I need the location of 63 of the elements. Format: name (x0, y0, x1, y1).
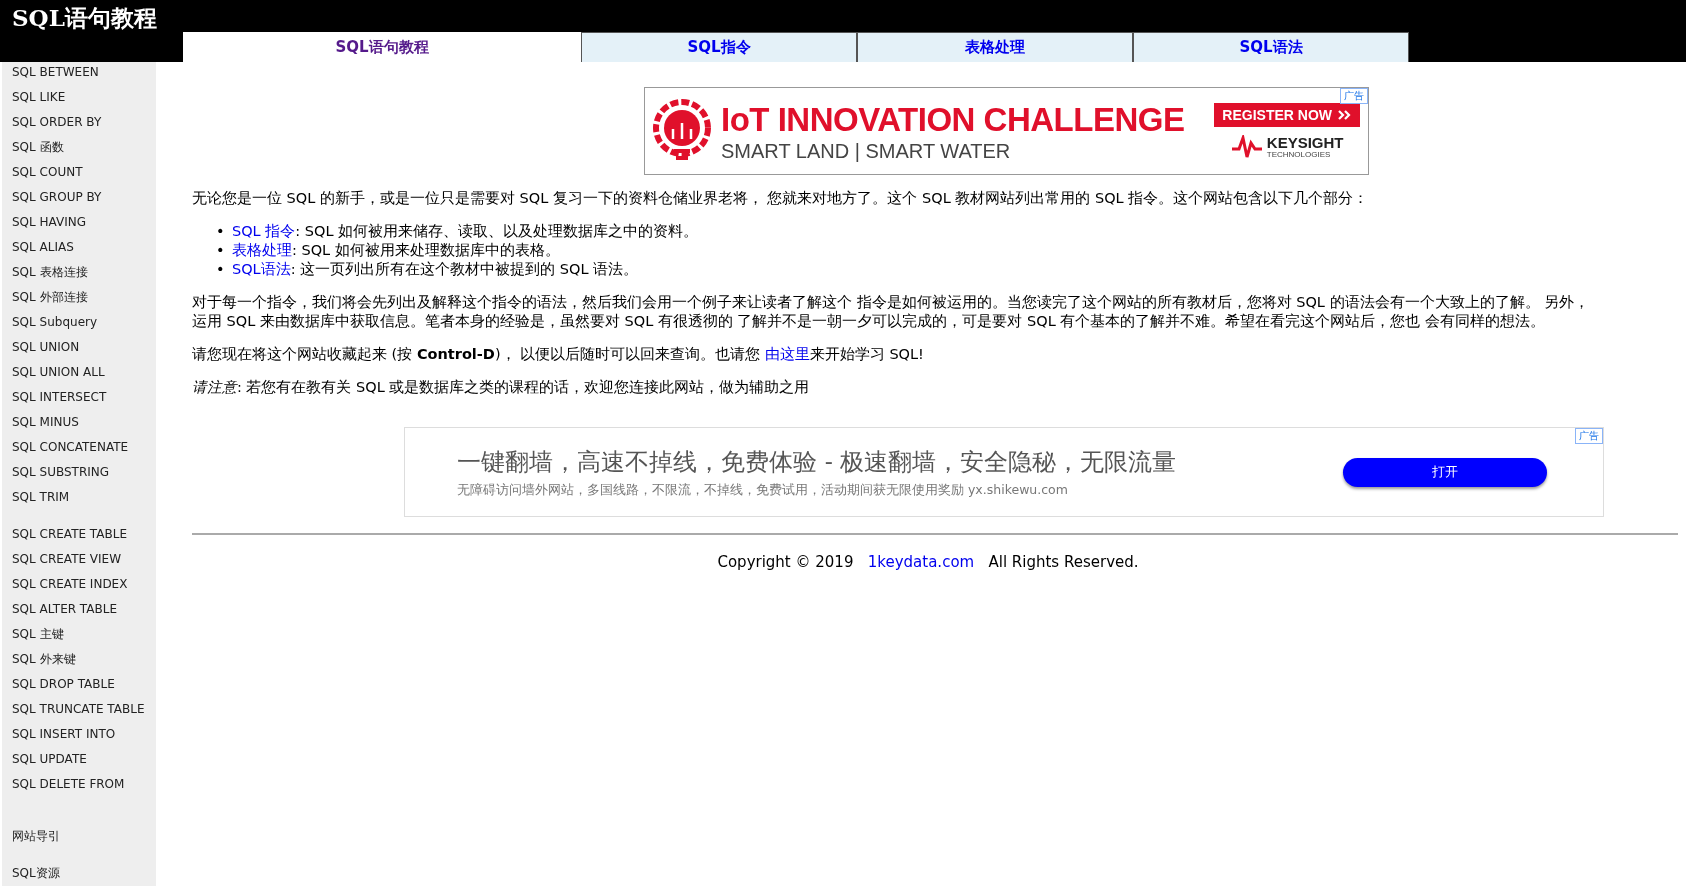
sidebar-link[interactable]: SQL 表格连接 (12, 260, 156, 285)
sidebar-link[interactable]: SQL资源 (12, 861, 156, 886)
site-title: SQL语句教程 (11, 3, 157, 32)
sidebar-link[interactable]: SQL UNION ALL (12, 360, 156, 385)
sidebar-link[interactable]: SQL 外部连接 (12, 285, 156, 310)
sidebar-link[interactable]: SQL 外来键 (12, 647, 156, 672)
bullet: • (216, 222, 224, 241)
sidebar-link[interactable]: SQL DELETE FROM (12, 772, 156, 797)
brand-name: KEYSIGHT (1266, 135, 1344, 150)
sidebar-link[interactable]: SQL MINUS (12, 410, 156, 435)
sidebar-link[interactable]: SQL GROUP BY (12, 185, 156, 210)
start-link[interactable]: 由这里 (764, 346, 810, 362)
ad-headline: IoT INNOVATION CHALLENGE (721, 99, 1186, 140)
sidebar-link[interactable]: SQL TRUNCATE TABLE (12, 697, 156, 722)
sidebar-link[interactable]: SQL 主键 (12, 622, 156, 647)
copyright-text: Copyright © 2019 1keydata.com All Rights Reserved. (717, 553, 1139, 571)
sidebar-link[interactable]: SQL Subquery (12, 310, 156, 335)
sidebar-link[interactable]: SQL UNION (12, 335, 156, 360)
sidebar-link[interactable]: SQL CONCATENATE (12, 435, 156, 460)
nav-tab[interactable]: 表格处理 (857, 32, 1133, 62)
ad-headline: 一键翻墙，高速不掉线，免费体验 - 极速翻墙，安全隐秘，无限流量 (457, 446, 1178, 478)
explanation-line: 运用 SQL 来由数据库中获取信息。笔者本身的经验是，虽然要对 SQL 有很透彻的 了解并不是一朝一夕可以完成的，可是要对 SQL 有个基本的了解并不难。希望在看完这个网站后，您也 会有同样的想法。 (192, 312, 1545, 331)
sidebar-link[interactable]: SQL BETWEEN (12, 62, 156, 85)
sidebar-link[interactable]: SQL 函数 (12, 135, 156, 160)
sidebar-link[interactable]: SQL CREATE TABLE (12, 522, 156, 547)
topic-item: 表格处理: SQL 如何被用来处理数据库中的表格。 (232, 241, 560, 260)
bookmark-paragraph: 请您现在将这个网站收藏起来 (按 Control-D)， 以便以后随时可以回来查询。也请您 由这里来开始学习 SQL! (192, 345, 925, 364)
note-paragraph: 请注意: 若您有在教有关 SQL 或是数据库之类的课程的话，欢迎您连接此网站，做为辅助之用 (192, 378, 811, 397)
nav-tab[interactable]: SQL语法 (1133, 32, 1409, 62)
sidebar-link[interactable]: SQL CREATE INDEX (12, 572, 156, 597)
brand-tagline: TECHNOLOGIES (1266, 150, 1332, 159)
ad-badge: 广告 (1575, 428, 1603, 444)
intro-paragraph: 无论您是一位 SQL 的新手，或是一位只是需要对 SQL 复习一下的资料仓储业界老将， 您就来对地方了。这个 SQL 教材网站列出常用的 SQL 指令。这个网站包含以下几个部分： (192, 189, 1370, 208)
nav-tab[interactable]: SQL语句教程 (183, 32, 581, 62)
topic-link[interactable]: SQL 指令 (232, 223, 296, 239)
ad-subline: 无障碍访问墙外网站，多国线路，不限流，不掉线，免费试用，活动期间获无限使用奖励 yx.shikewu.com (457, 481, 1069, 499)
sidebar-link[interactable]: SQL CREATE VIEW (12, 547, 156, 572)
sidebar-link[interactable]: SQL LIKE (12, 85, 156, 110)
sidebar-link[interactable]: 网站导引 (12, 824, 156, 849)
sidebar-link[interactable]: SQL COUNT (12, 160, 156, 185)
sidebar-link[interactable]: SQL DROP TABLE (12, 672, 156, 697)
topic-item: SQL 指令: SQL 如何被用来储存、读取、以及处理数据库之中的资料。 (232, 222, 699, 241)
ad-subline: SMART LAND | SMART WATER (721, 139, 1012, 163)
sidebar-link[interactable]: SQL ORDER BY (12, 110, 156, 135)
sidebar-link[interactable]: SQL INTERSECT (12, 385, 156, 410)
topic-link[interactable]: 表格处理 (232, 242, 292, 258)
explanation-line: 对于每一个指令，我们将会先列出及解释这个指令的语法，然后我们会用一个例子来让读者了解这个 指令是如何被运用的。当您读完了这个网站的所有教材后，您将对 SQL 的语法会有一个大致上的了解。 另外， (192, 293, 1590, 312)
sidebar-link[interactable]: SQL INSERT INTO (12, 722, 156, 747)
topic-item: SQL语法: 这一页列出所有在这个教材中被提到的 SQL 语法。 (232, 260, 639, 279)
register-button[interactable]: REGISTER NOW (1214, 103, 1360, 127)
sidebar-link[interactable]: SQL HAVING (12, 210, 156, 235)
bullet: • (216, 260, 224, 279)
open-button[interactable]: 打开 (1343, 457, 1547, 487)
ad-badge: 广告 (1340, 88, 1368, 104)
sidebar-link[interactable]: SQL UPDATE (12, 747, 156, 772)
sidebar-link[interactable]: SQL TRIM (12, 485, 156, 510)
sidebar-link[interactable]: SQL ALTER TABLE (12, 597, 156, 622)
topic-link[interactable]: SQL语法 (232, 261, 291, 277)
bullet: • (216, 241, 224, 260)
nav-tab[interactable]: SQL指令 (581, 32, 857, 62)
sidebar-link[interactable]: SQL SUBSTRING (12, 460, 156, 485)
sidebar-link[interactable]: SQL ALIAS (12, 235, 156, 260)
site-link[interactable]: 1keydata.com (867, 553, 975, 571)
